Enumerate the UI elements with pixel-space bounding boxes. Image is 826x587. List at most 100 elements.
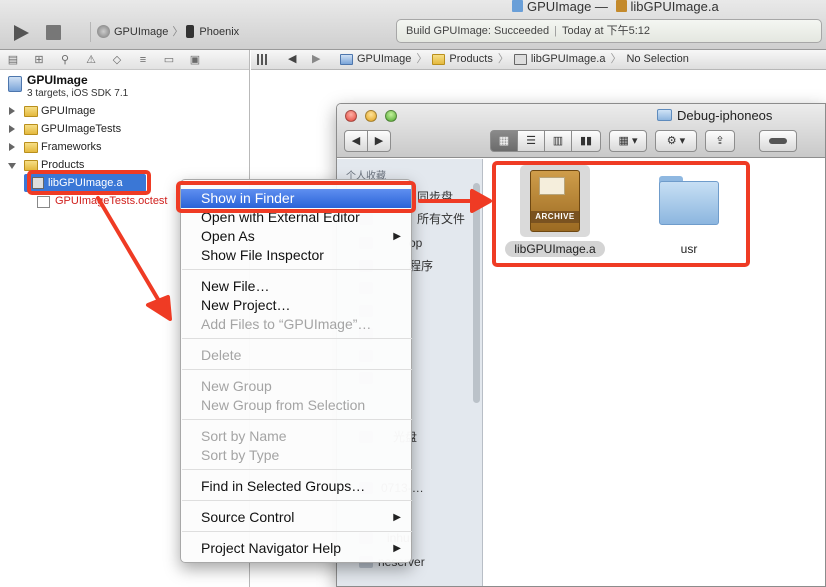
folder-icon bbox=[24, 124, 38, 135]
tags-button[interactable] bbox=[759, 130, 797, 152]
menu-item-sort-by-name: Sort by Name bbox=[201, 428, 287, 444]
zoom-window-button[interactable] bbox=[385, 110, 397, 122]
build-status: Build GPUImage: Succeeded bbox=[406, 25, 550, 37]
disclosure-triangle-icon[interactable] bbox=[9, 125, 15, 133]
breakpoints-tab-icon[interactable]: ▭ bbox=[162, 54, 176, 66]
menu-separator bbox=[182, 419, 412, 420]
menu-item-label: Source Control bbox=[201, 509, 295, 525]
navigator-tabs: ▤ ⊞ ⚲ ⚠ ◇ ≡ ▭ ▣ bbox=[0, 50, 249, 70]
menu-item-add-files: Add Files to “GPUImage”… bbox=[201, 316, 372, 332]
folder-icon bbox=[24, 142, 38, 153]
forward-arrow-icon[interactable]: ▶ bbox=[312, 50, 320, 69]
menu-item-show-file-inspector[interactable]: Show File Inspector bbox=[181, 246, 411, 265]
highlight-box-library bbox=[27, 170, 151, 195]
menu-item-find-in-groups[interactable]: Find in Selected Groups… bbox=[181, 477, 411, 496]
folder-icon bbox=[24, 106, 38, 117]
share-button[interactable]: ⇪ bbox=[705, 130, 735, 152]
breadcrumb-selection[interactable]: No Selection bbox=[623, 50, 691, 69]
highlight-box-finder-items bbox=[492, 161, 750, 267]
column-view-button[interactable]: ▥ bbox=[544, 130, 572, 152]
finder-title: Debug-iphoneos bbox=[657, 108, 772, 123]
stop-button[interactable] bbox=[46, 25, 61, 40]
project-root-row[interactable]: GPUImage 3 targets, iOS SDK 7.1 bbox=[0, 72, 250, 104]
tree-item-label: GPUImage bbox=[41, 105, 96, 117]
action-gear-button[interactable]: ⚙ ▾ bbox=[655, 130, 697, 152]
bundle-file-icon bbox=[37, 196, 50, 208]
icon-view-button[interactable]: ▦ bbox=[490, 130, 518, 152]
folder-tab-icon[interactable]: ▤ bbox=[6, 54, 20, 66]
submenu-arrow-icon: ▶ bbox=[393, 231, 401, 242]
tree-item-label: GPUImageTests bbox=[41, 123, 122, 135]
tree-item-tests[interactable]: GPUImageTests bbox=[0, 120, 250, 138]
sidebar-item-label: 程序 bbox=[409, 259, 434, 273]
forward-button[interactable]: ▶ bbox=[367, 130, 391, 152]
sidebar-item-label: 所有文件 bbox=[417, 212, 466, 226]
library-file-icon bbox=[513, 54, 527, 65]
tests-tab-icon[interactable]: ◇ bbox=[110, 54, 124, 66]
project-doc-icon bbox=[512, 0, 523, 12]
menu-item-new-project[interactable]: New Project… bbox=[181, 296, 411, 315]
menu-item-source-control[interactable]: Source Control ▶ bbox=[181, 508, 411, 527]
activity-viewer: Build GPUImage: Succeeded | Today at 下午5:1… bbox=[396, 19, 822, 43]
breadcrumb-label: GPUImage bbox=[357, 53, 412, 65]
related-items-icon[interactable] bbox=[257, 54, 269, 65]
menu-separator bbox=[182, 338, 412, 339]
menu-item-new-file[interactable]: New File… bbox=[181, 277, 411, 296]
xcode-toolbar: GPUImage — libGPUImage.a GPUImage 〉 Phoeni… bbox=[0, 0, 826, 50]
highlight-box-show-in-finder bbox=[176, 181, 416, 213]
hierarchy-tab-icon[interactable]: ⊞ bbox=[32, 54, 46, 66]
run-button[interactable] bbox=[10, 23, 32, 43]
project-subtitle: 3 targets, iOS SDK 7.1 bbox=[27, 88, 129, 99]
sidebar-scrollbar[interactable] bbox=[473, 183, 480, 403]
chevron-right-icon: 〉 bbox=[416, 53, 428, 65]
menu-item-delete: Delete bbox=[201, 347, 242, 363]
destination-name: Phoenix bbox=[199, 26, 240, 38]
tree-item-label: Frameworks bbox=[41, 141, 102, 153]
menu-item-label: Open As bbox=[201, 228, 255, 244]
sidebar-item-label: 同步盘 bbox=[417, 190, 454, 204]
tree-item-frameworks[interactable]: Frameworks bbox=[0, 138, 250, 156]
build-time: Today at 下午5:12 bbox=[561, 25, 651, 37]
arrange-button[interactable]: ▦ ▾ bbox=[609, 130, 647, 152]
scheme-selector[interactable]: GPUImage 〉 Phoenix bbox=[90, 22, 239, 42]
menu-item-sort-by-type: Sort by Type bbox=[201, 447, 280, 463]
issues-tab-icon[interactable]: ⚠ bbox=[84, 54, 98, 66]
menu-item-navigator-help[interactable]: Project Navigator Help ▶ bbox=[181, 539, 411, 558]
minimize-window-button[interactable] bbox=[365, 110, 377, 122]
submenu-arrow-icon: ▶ bbox=[393, 543, 401, 554]
tree-item-gpuimage[interactable]: GPUImage bbox=[0, 102, 250, 120]
list-view-button[interactable]: ☰ bbox=[517, 130, 545, 152]
coverflow-view-button[interactable]: ▮▮ bbox=[571, 130, 601, 152]
menu-item-label: Project Navigator Help bbox=[201, 540, 342, 556]
disclosure-triangle-icon[interactable] bbox=[9, 143, 15, 151]
debug-tab-icon[interactable]: ≡ bbox=[136, 54, 150, 66]
device-icon bbox=[186, 25, 195, 38]
context-menu: Show in Finder Open with External Editor… bbox=[180, 179, 412, 563]
disclosure-triangle-icon[interactable] bbox=[9, 107, 15, 115]
menu-item-open-as[interactable]: Open As ▶ bbox=[181, 227, 411, 246]
breadcrumb: GPUImage 〉 Products 〉 libGPUImage.a 〉 No Se… bbox=[337, 50, 692, 69]
log-tab-icon[interactable]: ▣ bbox=[188, 54, 202, 66]
submenu-arrow-icon: ▶ bbox=[393, 512, 401, 523]
scheme-name: GPUImage bbox=[114, 26, 169, 38]
breadcrumb-products[interactable]: Products bbox=[429, 50, 495, 69]
finder-titlebar: Debug-iphoneos ◀ ▶ ▦ ☰ ▥ ▮▮ ▦ ▾ ⚙ ▾ ⇪ bbox=[337, 104, 825, 158]
menu-separator bbox=[182, 469, 412, 470]
jump-bar: ◀ ▶ GPUImage 〉 Products 〉 libGPUImage.a 〉 N… bbox=[251, 50, 826, 70]
breadcrumb-label: Products bbox=[449, 53, 493, 65]
project-icon bbox=[340, 54, 353, 65]
back-button[interactable]: ◀ bbox=[344, 130, 368, 152]
chevron-right-icon: 〉 bbox=[172, 26, 184, 38]
scheme-icon bbox=[97, 25, 110, 38]
chevron-right-icon: 〉 bbox=[610, 53, 622, 65]
search-tab-icon[interactable]: ⚲ bbox=[58, 54, 72, 66]
menu-item-new-group: New Group bbox=[201, 378, 272, 394]
back-arrow-icon[interactable]: ◀ bbox=[288, 50, 296, 69]
menu-separator bbox=[182, 269, 412, 270]
breadcrumb-project[interactable]: GPUImage bbox=[337, 50, 414, 69]
disclosure-triangle-open-icon[interactable] bbox=[8, 163, 16, 169]
menu-separator bbox=[182, 369, 412, 370]
close-window-button[interactable] bbox=[345, 110, 357, 122]
breadcrumb-lib[interactable]: libGPUImage.a bbox=[511, 50, 609, 69]
breadcrumb-label: No Selection bbox=[626, 53, 689, 65]
